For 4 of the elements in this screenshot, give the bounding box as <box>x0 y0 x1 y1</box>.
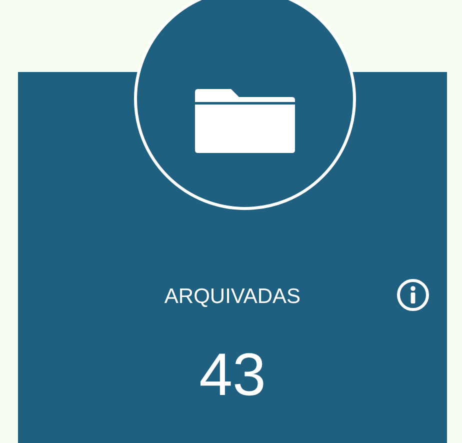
stat-label: ARQUIVADAS <box>164 284 301 310</box>
info-icon[interactable] <box>396 278 430 312</box>
stat-count: 43 <box>199 343 266 407</box>
folder-icon <box>195 89 295 153</box>
